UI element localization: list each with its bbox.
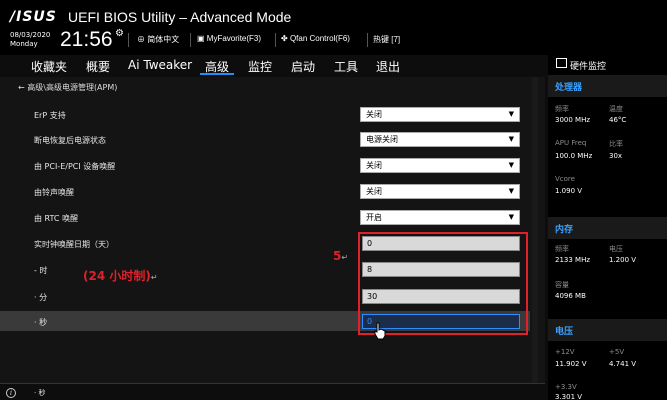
rtc-wake-dropdown[interactable]: 开启 ▼: [360, 210, 520, 225]
menu-ai-tweaker[interactable]: Ai Tweaker: [128, 58, 192, 72]
scrollbar[interactable]: [532, 77, 538, 383]
v33-label: +3.3V: [555, 383, 577, 391]
gear-icon[interactable]: ⚙: [115, 28, 124, 39]
power-restore-dropdown[interactable]: 电源关闭 ▼: [360, 132, 520, 147]
setting-label-ring-wake: 由铃声唤醒: [34, 188, 74, 197]
date-display: 08/03/2020 Monday: [10, 31, 50, 49]
language-button[interactable]: ⊕ 简体中文: [137, 34, 179, 45]
mem-volt-label: 电压: [609, 245, 623, 253]
cpu-temp-value: 46°C: [609, 116, 627, 124]
myfavorite-label: MyFavorite(F3): [206, 34, 262, 43]
help-bar: [0, 383, 545, 400]
hotkey-label: 热键 [7]: [373, 35, 401, 44]
qfan-button[interactable]: ✤ Qfan Control(F6): [281, 34, 350, 43]
rtc-wake-value: 开启: [366, 213, 382, 222]
erp-dropdown[interactable]: 关闭 ▼: [360, 107, 520, 122]
weekday-text: Monday: [10, 40, 38, 48]
setting-label-power-restore: 断电恢复后电源状态: [34, 136, 106, 145]
mem-capacity-label: 容量: [555, 281, 569, 289]
chevron-down-icon: ▼: [508, 110, 514, 118]
pcie-wake-value: 关闭: [366, 161, 382, 170]
v33-value: 3.301 V: [555, 393, 583, 400]
setting-label-minute: · 分: [34, 293, 48, 302]
ratio-label: 比率: [609, 140, 623, 148]
cpu-temp-label: 温度: [609, 105, 623, 113]
setting-label-hour: - 时: [34, 266, 48, 275]
erp-value: 关闭: [366, 110, 382, 119]
hotkey-button[interactable]: 热键 [7]: [373, 34, 400, 45]
info-icon: i: [6, 388, 16, 398]
mem-volt-value: 1.200 V: [609, 256, 637, 264]
chevron-down-icon: ▼: [508, 135, 514, 143]
chevron-down-icon: ▼: [508, 187, 514, 195]
chevron-down-icon: ▼: [508, 213, 514, 221]
help-text: · 秒: [34, 389, 46, 397]
menu-exit[interactable]: 退出: [376, 58, 400, 75]
setting-label-rtc-day: 实时钟唤醒日期（天）: [34, 240, 114, 249]
memory-heading: 内存: [555, 225, 574, 235]
voltage-heading: 电压: [555, 327, 574, 337]
header-separator: [275, 33, 276, 47]
annotation-five: 5↵: [333, 249, 348, 263]
cpu-freq-value: 3000 MHz: [555, 116, 591, 124]
chevron-down-icon: ▼: [508, 161, 514, 169]
setting-label-second: · 秒: [34, 318, 48, 327]
qfan-label: Qfan Control(F6): [289, 34, 350, 43]
v5-value: 4.741 V: [609, 360, 637, 368]
menu-boot[interactable]: 启动: [291, 58, 315, 75]
clock-display[interactable]: 21:56: [60, 28, 113, 52]
menu-active-indicator: [200, 73, 234, 75]
menu-bar: [0, 55, 545, 76]
app-title: UEFI BIOS Utility – Advanced Mode: [68, 9, 292, 25]
pcie-wake-dropdown[interactable]: 关闭 ▼: [360, 158, 520, 173]
breadcrumb[interactable]: ← 高级\高级电源管理(APM): [18, 82, 117, 93]
menu-favorites[interactable]: 收藏夹: [31, 58, 67, 75]
setting-label-erp: ErP 支持: [34, 111, 66, 120]
ring-wake-value: 关闭: [366, 187, 382, 196]
ratio-value: 30x: [609, 152, 623, 160]
cpu-heading: 处理器: [555, 83, 583, 93]
hand-cursor-icon: [374, 322, 386, 340]
monitor-title: 硬件监控: [570, 62, 607, 72]
menu-tool[interactable]: 工具: [334, 58, 358, 75]
return-mark: ↵: [150, 273, 158, 282]
globe-icon: ⊕: [137, 35, 145, 44]
v5-label: +5V: [609, 348, 625, 356]
annotation-highlight-box: [358, 232, 528, 335]
annotation-24h: (24 小时制)↵: [83, 267, 158, 284]
vcore-value: 1.090 V: [555, 187, 583, 195]
monitor-icon: [556, 58, 567, 68]
apu-freq-label: APU Freq: [555, 139, 587, 147]
mem-capacity-value: 4096 MB: [555, 292, 586, 300]
header-separator: [367, 33, 368, 47]
cpu-freq-label: 频率: [555, 105, 569, 113]
ring-wake-dropdown[interactable]: 关闭 ▼: [360, 184, 520, 199]
favorite-icon: ▣: [197, 34, 205, 43]
menu-overview[interactable]: 概要: [86, 58, 110, 75]
vcore-label: Vcore: [555, 175, 575, 183]
setting-label-pcie-wake: 由 PCI-E/PCI 设备唤醒: [34, 162, 116, 171]
mem-freq-value: 2133 MHz: [555, 256, 591, 264]
mem-freq-label: 频率: [555, 245, 569, 253]
date-text: 08/03/2020: [10, 31, 51, 39]
main-panel: [0, 77, 545, 383]
language-label: 简体中文: [147, 35, 180, 44]
v12-label: +12V: [555, 348, 575, 356]
header-separator: [128, 33, 129, 47]
menu-monitor[interactable]: 监控: [248, 58, 272, 75]
power-restore-value: 电源关闭: [366, 135, 398, 144]
myfavorite-button[interactable]: ▣ MyFavorite(F3): [197, 34, 261, 43]
annotation-24h-text: (24 小时制): [83, 269, 151, 283]
setting-label-rtc-wake: 由 RTC 唤醒: [34, 214, 79, 223]
asus-logo: /ISUS: [10, 9, 57, 25]
return-mark: ↵: [341, 253, 349, 262]
fan-icon: ✤: [281, 34, 288, 43]
v12-value: 11.902 V: [555, 360, 587, 368]
apu-freq-value: 100.0 MHz: [555, 152, 593, 160]
header-separator: [190, 33, 191, 47]
